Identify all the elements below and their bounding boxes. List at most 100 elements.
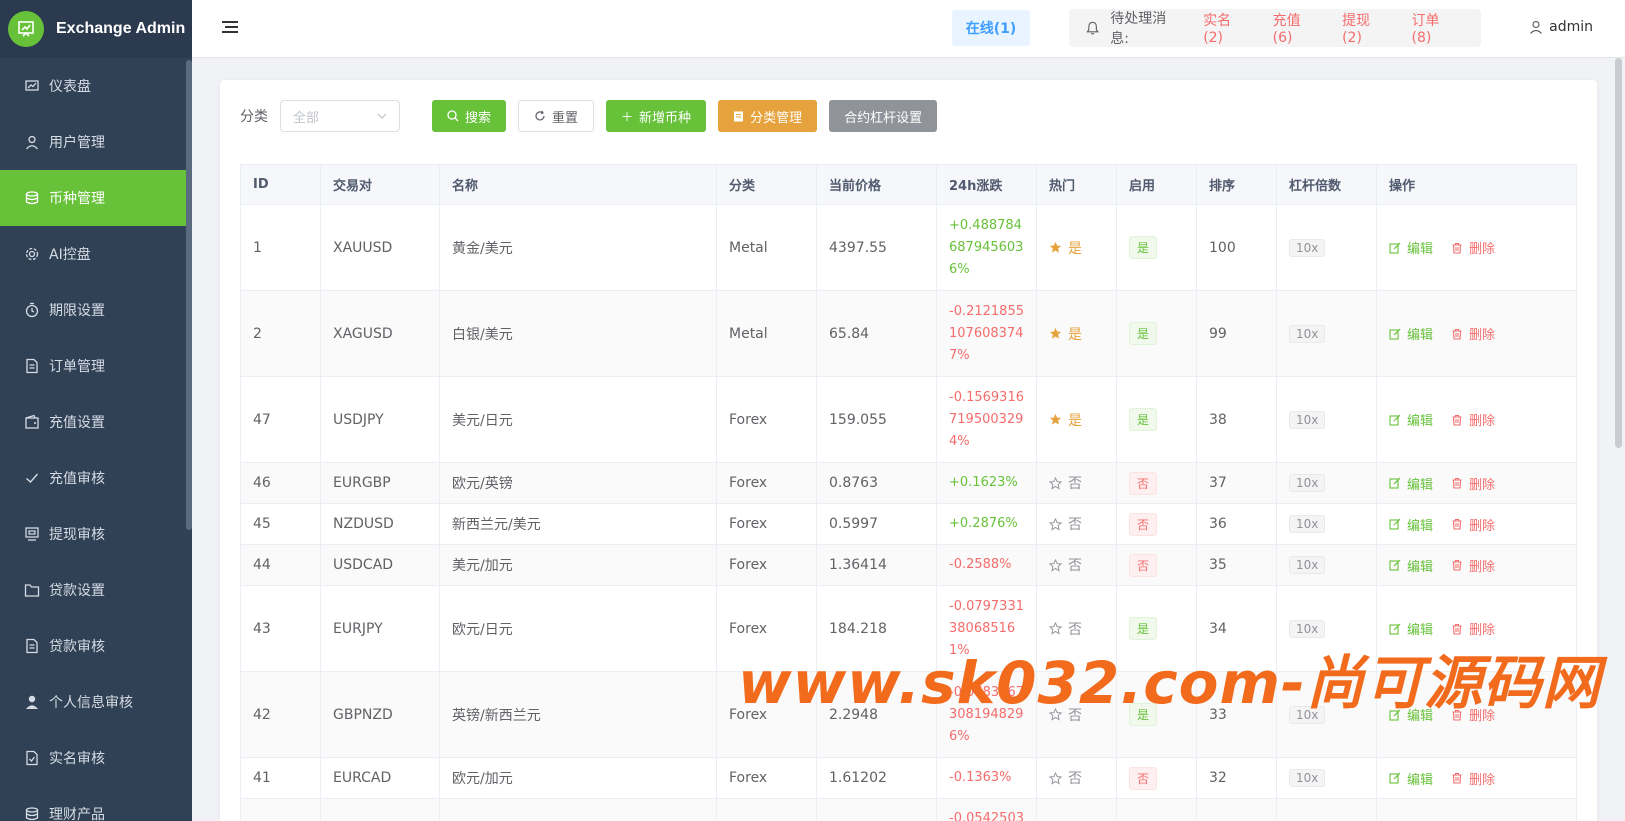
hot-indicator[interactable]: 否 bbox=[1049, 514, 1104, 534]
sidebar-item-0[interactable]: 仪表盘 bbox=[0, 58, 192, 114]
cell-category bbox=[716, 798, 817, 821]
reset-button[interactable]: 重置 bbox=[518, 100, 595, 132]
delete-button[interactable]: 删除 bbox=[1451, 556, 1495, 575]
cell-sort: 36 bbox=[1196, 503, 1277, 545]
trash-icon bbox=[1452, 772, 1462, 784]
leverage-settings-button[interactable]: 合约杠杆设置 bbox=[829, 100, 938, 132]
leverage-tag: 10x bbox=[1289, 619, 1326, 638]
table-row[interactable]: 47 USDJPY 美元/日元 Forex 159.055 -0.156931671950… bbox=[240, 376, 1577, 463]
sidebar-item-label: 充值审核 bbox=[49, 471, 105, 487]
cell-change: -0.1363% bbox=[936, 757, 1037, 799]
hot-indicator[interactable]: 是 bbox=[1049, 410, 1104, 430]
sidebar-item-5[interactable]: 订单管理 bbox=[0, 338, 192, 394]
sidebar-item-12[interactable]: 实名审核 bbox=[0, 730, 192, 786]
sidebar-scrollbar[interactable] bbox=[186, 60, 192, 530]
search-button[interactable]: 搜索 bbox=[432, 100, 507, 132]
sidebar-item-4[interactable]: 期限设置 bbox=[0, 282, 192, 338]
table-row[interactable]: 46 EURGBP 欧元/英镑 Forex 0.8763 +0.1623% 否 否 37 10x 编… bbox=[240, 462, 1577, 504]
column-header-4[interactable]: 当前价格 bbox=[816, 164, 937, 205]
sidebar-item-2[interactable]: 币种管理 bbox=[0, 170, 192, 226]
delete-button[interactable]: 删除 bbox=[1451, 769, 1495, 788]
enabled-tag[interactable]: 否 bbox=[1129, 471, 1158, 495]
delete-label: 删除 bbox=[1469, 559, 1496, 575]
edit-button[interactable]: 编辑 bbox=[1389, 238, 1433, 257]
column-header-0[interactable]: ID bbox=[240, 164, 321, 205]
table-row[interactable]: 1 XAUUSD 黄金/美元 Metal 4397.55 +0.4887846879456… bbox=[240, 204, 1577, 291]
pending-recharge-link[interactable]: 充值(6) bbox=[1273, 10, 1318, 46]
cell-enabled: 否 bbox=[1116, 544, 1197, 586]
sidebar-item-6[interactable]: 充值设置 bbox=[0, 394, 192, 450]
edit-button[interactable]: 编辑 bbox=[1389, 410, 1433, 429]
edit-button[interactable]: 编辑 bbox=[1389, 769, 1433, 788]
column-header-2[interactable]: 名称 bbox=[439, 164, 717, 205]
enabled-tag[interactable]: 是 bbox=[1129, 408, 1158, 431]
column-header-3[interactable]: 分类 bbox=[716, 164, 817, 205]
sidebar-item-1[interactable]: 用户管理 bbox=[0, 114, 192, 170]
sidebar-item-label: 个人信息审核 bbox=[49, 695, 133, 711]
column-header-7[interactable]: 启用 bbox=[1116, 164, 1197, 205]
cell-sort bbox=[1196, 798, 1277, 821]
column-header-8[interactable]: 排序 bbox=[1196, 164, 1277, 205]
table-row[interactable]: 2 XAGUSD 白银/美元 Metal 65.84 -0.212185510760837… bbox=[240, 290, 1577, 377]
logo[interactable]: Exchange Admin bbox=[0, 0, 192, 58]
sidebar-item-7[interactable]: 充值审核 bbox=[0, 450, 192, 506]
sidebar-item-13[interactable]: 理财产品 bbox=[0, 786, 192, 821]
sidebar-item-8[interactable]: 提现审核 bbox=[0, 506, 192, 562]
hot-indicator[interactable]: 否 bbox=[1049, 768, 1104, 788]
pending-order-link[interactable]: 订单(8) bbox=[1412, 10, 1457, 46]
hot-indicator[interactable]: 是 bbox=[1049, 238, 1104, 258]
delete-button[interactable]: 删除 bbox=[1451, 515, 1495, 534]
edit-label: 编辑 bbox=[1407, 242, 1434, 257]
edit-button[interactable]: 编辑 bbox=[1389, 324, 1433, 343]
sidebar-item-10[interactable]: 贷款审核 bbox=[0, 618, 192, 674]
sidebar-item-11[interactable]: 个人信息审核 bbox=[0, 674, 192, 730]
table-row[interactable]: 41 EURCAD 欧元/加元 Forex 1.61202 -0.1363% 否 否 32 10x… bbox=[240, 757, 1577, 799]
delete-button[interactable]: 删除 bbox=[1451, 474, 1495, 493]
cell-actions: 编辑 删除 bbox=[1376, 376, 1577, 463]
online-count-badge[interactable]: 在线(1) bbox=[952, 10, 1030, 46]
table-row[interactable]: 45 NZDUSD 新西兰元/美元 Forex 0.5997 +0.2876% 否 否 36 10… bbox=[240, 503, 1577, 545]
enabled-tag[interactable]: 否 bbox=[1129, 766, 1158, 790]
edit-button[interactable]: 编辑 bbox=[1389, 474, 1433, 493]
table-row[interactable]: -0.0542503 bbox=[240, 798, 1577, 821]
pending-realname-link[interactable]: 实名(2) bbox=[1203, 10, 1248, 46]
category-manage-button[interactable]: 分类管理 bbox=[718, 100, 818, 132]
table-row[interactable]: 44 USDCAD 美元/加元 Forex 1.36414 -0.2588% 否 否 35 10x… bbox=[240, 544, 1577, 586]
edit-button[interactable]: 编辑 bbox=[1389, 515, 1433, 534]
cell-pair: USDCAD bbox=[320, 544, 440, 586]
hot-indicator[interactable]: 是 bbox=[1049, 324, 1104, 344]
cell-enabled bbox=[1116, 798, 1197, 821]
hot-indicator[interactable]: 否 bbox=[1049, 555, 1104, 575]
enabled-tag[interactable]: 是 bbox=[1129, 322, 1158, 345]
enabled-tag[interactable]: 否 bbox=[1129, 553, 1158, 577]
enabled-tag[interactable]: 是 bbox=[1129, 236, 1158, 259]
column-header-10[interactable]: 操作 bbox=[1376, 164, 1577, 205]
pending-withdraw-link[interactable]: 提现(2) bbox=[1342, 10, 1387, 46]
column-header-1[interactable]: 交易对 bbox=[320, 164, 440, 205]
page-scrollbar[interactable] bbox=[1615, 58, 1622, 448]
add-currency-button[interactable]: ＋ 新增币种 bbox=[606, 100, 707, 132]
column-header-5[interactable]: 24h涨跌 bbox=[936, 164, 1037, 205]
trash-icon bbox=[1452, 414, 1462, 426]
sidebar-item-3[interactable]: AI控盘 bbox=[0, 226, 192, 282]
delete-button[interactable]: 删除 bbox=[1451, 410, 1495, 429]
enabled-tag[interactable]: 否 bbox=[1129, 512, 1158, 536]
category-select[interactable]: 全部 bbox=[280, 100, 400, 132]
delete-label: 删除 bbox=[1469, 328, 1496, 343]
delete-button[interactable]: 删除 bbox=[1451, 238, 1495, 257]
delete-label: 删除 bbox=[1469, 477, 1496, 493]
hot-indicator[interactable]: 否 bbox=[1049, 473, 1104, 493]
cell-pair: EURCAD bbox=[320, 757, 440, 799]
cell-name bbox=[439, 798, 717, 821]
column-header-9[interactable]: 杠杆倍数 bbox=[1276, 164, 1377, 205]
delete-button[interactable]: 删除 bbox=[1451, 324, 1495, 343]
sidebar-item-9[interactable]: 贷款设置 bbox=[0, 562, 192, 618]
star-outline-icon bbox=[1049, 558, 1062, 572]
edit-button[interactable]: 编辑 bbox=[1389, 556, 1433, 575]
table-body: 1 XAUUSD 黄金/美元 Metal 4397.55 +0.4887846879456… bbox=[240, 204, 1577, 821]
cell-pair: NZDUSD bbox=[320, 503, 440, 545]
user-menu[interactable]: admin bbox=[1529, 19, 1593, 35]
column-header-6[interactable]: 热门 bbox=[1036, 164, 1117, 205]
hamburger-icon[interactable] bbox=[222, 20, 238, 38]
sidebar-item-label: 币种管理 bbox=[49, 191, 105, 207]
